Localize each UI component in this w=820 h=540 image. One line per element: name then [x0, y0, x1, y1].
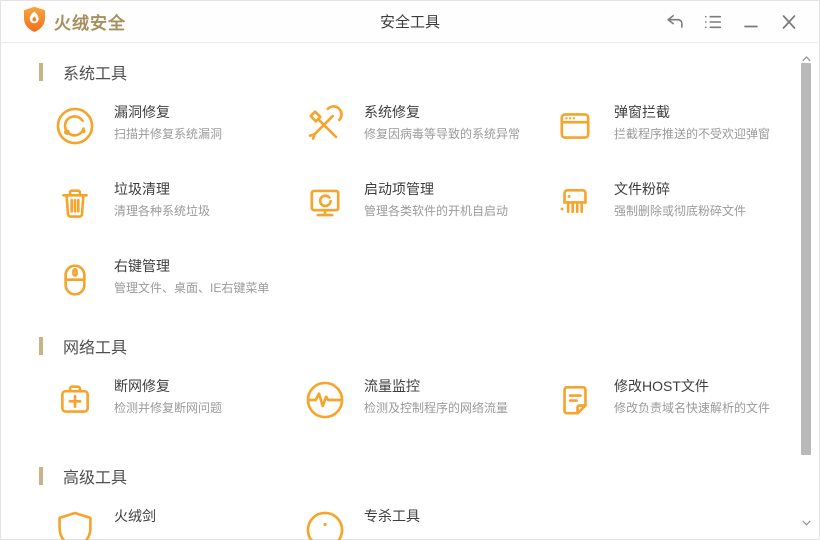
tool-desc: 修复因病毒等导致的系统异常	[364, 127, 521, 141]
tool-name: 右键管理	[114, 258, 170, 274]
section-header: 网络工具	[39, 335, 819, 357]
tool-text: 断网修复检测并修复断网问题	[114, 377, 222, 414]
section-label: 网络工具	[63, 340, 128, 357]
tool-desc: 检测及控制程序的网络流量	[364, 401, 509, 415]
huorong-sword-icon	[53, 508, 97, 540]
traffic-monitor-icon	[303, 378, 347, 422]
vulnerability-fix-icon	[53, 104, 97, 148]
tool-system-repair[interactable]: 系统修复修复因病毒等导致的系统异常	[303, 103, 553, 149]
file-shredder-icon	[553, 181, 597, 225]
section-header: 系统工具	[39, 61, 819, 83]
tool-name: 垃圾清理	[114, 181, 170, 197]
tool-name: 启动项管理	[364, 181, 434, 197]
tool-grid: 火绒剑 专杀工具	[53, 507, 819, 540]
tool-desc: 扫描并修复系统漏洞	[114, 127, 223, 141]
tool-file-shredder[interactable]: 文件粉碎强制删除或彻底粉碎文件	[553, 180, 803, 226]
tool-traffic-monitor[interactable]: 流量监控检测及控制程序的网络流量	[303, 377, 553, 423]
special-kill-icon	[303, 508, 347, 540]
tool-text: 流量监控检测及控制程序的网络流量	[364, 377, 508, 414]
tool-context-menu[interactable]: 右键管理管理文件、桌面、IE右键菜单	[53, 257, 303, 303]
app-logo: 火绒安全	[1, 6, 126, 38]
scroll-down-icon[interactable]	[802, 513, 811, 531]
tool-name: 断网修复	[114, 378, 170, 394]
tool-network-repair[interactable]: 断网修复检测并修复断网问题	[53, 377, 303, 423]
tool-name: 文件粉碎	[614, 181, 670, 197]
huorong-shield-logo-icon	[23, 6, 46, 38]
tools-page: 系统工具漏洞修复扫描并修复系统漏洞 系统修复修复因病毒等导致的系统异常 弹窗拦截拦截…	[1, 43, 819, 540]
section-header: 高级工具	[39, 465, 819, 487]
section-label: 系统工具	[63, 66, 128, 83]
tool-name: 系统修复	[364, 104, 420, 120]
tool-popup-block[interactable]: 弹窗拦截拦截程序推送的不受欢迎弹窗	[553, 103, 803, 149]
tool-text: 文件粉碎强制删除或彻底粉碎文件	[614, 180, 746, 217]
tool-text: 火绒剑	[114, 507, 156, 523]
tool-junk-clean[interactable]: 垃圾清理清理各种系统垃圾	[53, 180, 303, 226]
host-file-icon	[553, 378, 597, 422]
tool-startup-manager[interactable]: 启动项管理管理各类软件的开机自启动	[303, 180, 553, 226]
startup-manager-icon	[303, 181, 347, 225]
section-accent-bar	[39, 337, 43, 355]
tool-host-file[interactable]: 修改HOST文件修改负责域名快速解析的文件	[553, 377, 803, 423]
close-icon[interactable]	[777, 10, 801, 34]
tool-desc: 修改负责域名快速解析的文件	[614, 401, 771, 415]
tool-huorong-sword[interactable]: 火绒剑	[53, 507, 303, 540]
tool-desc: 拦截程序推送的不受欢迎弹窗	[614, 127, 771, 141]
titlebar: 火绒安全 安全工具	[1, 1, 819, 43]
brand-name: 火绒安全	[54, 14, 126, 33]
tool-desc: 检测并修复断网问题	[114, 401, 223, 415]
tool-name: 修改HOST文件	[614, 378, 709, 394]
back-icon[interactable]	[663, 10, 687, 34]
tool-desc: 管理各类软件的开机自启动	[364, 204, 509, 218]
tool-name: 专杀工具	[364, 508, 420, 524]
tool-text: 漏洞修复扫描并修复系统漏洞	[114, 103, 222, 140]
tool-name: 流量监控	[364, 378, 420, 394]
section-label: 高级工具	[63, 470, 128, 487]
tool-grid: 漏洞修复扫描并修复系统漏洞 系统修复修复因病毒等导致的系统异常 弹窗拦截拦截程序推送…	[53, 103, 819, 303]
scrollbar-thumb[interactable]	[801, 63, 811, 455]
list-menu-icon[interactable]	[701, 10, 725, 34]
tool-name: 漏洞修复	[114, 104, 170, 120]
section-accent-bar	[39, 63, 43, 81]
scrollbar	[799, 45, 813, 537]
section-accent-bar	[39, 467, 43, 485]
minimize-icon[interactable]	[739, 10, 763, 34]
tool-desc: 强制删除或彻底粉碎文件	[614, 204, 747, 218]
tool-special-kill[interactable]: 专杀工具	[303, 507, 553, 540]
system-repair-icon	[303, 104, 347, 148]
tool-name: 火绒剑	[114, 508, 156, 524]
tool-text: 右键管理管理文件、桌面、IE右键菜单	[114, 257, 269, 294]
tool-text: 启动项管理管理各类软件的开机自启动	[364, 180, 508, 217]
tool-grid: 断网修复检测并修复断网问题 流量监控检测及控制程序的网络流量 修改HOST文件修改负…	[53, 377, 819, 423]
tool-text: 垃圾清理清理各种系统垃圾	[114, 180, 210, 217]
tool-desc: 管理文件、桌面、IE右键菜单	[114, 281, 270, 295]
tool-desc: 清理各种系统垃圾	[114, 204, 211, 218]
tool-vulnerability-fix[interactable]: 漏洞修复扫描并修复系统漏洞	[53, 103, 303, 149]
network-repair-icon	[53, 378, 97, 422]
tool-text: 系统修复修复因病毒等导致的系统异常	[364, 103, 520, 140]
tool-text: 专杀工具	[364, 507, 420, 523]
tool-text: 修改HOST文件修改负责域名快速解析的文件	[614, 377, 770, 414]
popup-block-icon	[553, 104, 597, 148]
context-menu-icon	[53, 258, 97, 302]
tool-name: 弹窗拦截	[614, 104, 670, 120]
tool-text: 弹窗拦截拦截程序推送的不受欢迎弹窗	[614, 103, 770, 140]
junk-clean-icon	[53, 181, 97, 225]
